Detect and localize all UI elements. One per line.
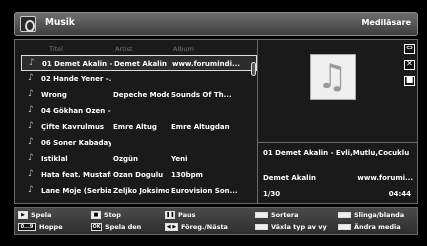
- footer-play-this[interactable]: OK Spela den: [91, 223, 141, 231]
- main-panel: Titel Artist Album ♪ 01 Demet Akalin -...…: [14, 39, 418, 204]
- info-divider: [258, 142, 418, 143]
- track-rows: ♪ 01 Demet Akalin -...Demet Akalin www.for…: [21, 55, 257, 199]
- column-header-title: Titel: [49, 45, 63, 53]
- music-note-icon: ♪: [29, 58, 35, 68]
- header-bar: Musik Mediläsare: [14, 12, 418, 36]
- track-row[interactable]: ♪ 02 Hande Yener -...: [21, 71, 257, 87]
- track-title: 02 Hande Yener -...: [41, 75, 111, 83]
- column-header-artist: Artist: [115, 45, 133, 53]
- music-note-icon: ♫: [317, 57, 348, 97]
- track-title: Çifte Kavrulmus: [41, 123, 105, 131]
- music-note-icon: ♪: [28, 121, 34, 131]
- footer-sort[interactable]: Sortera: [255, 211, 298, 219]
- color-key-icon: [255, 212, 268, 218]
- music-folder-icon: [20, 16, 36, 32]
- music-note-icon: ♪: [28, 73, 34, 83]
- track-row[interactable]: ♪ 06 Soner Kabadayi...: [21, 135, 257, 151]
- track-title: 06 Soner Kabadayi...: [41, 139, 111, 147]
- track-row[interactable]: ♪ Çifte Kavrulmus Emre Altug Emre Altugdan: [21, 119, 257, 135]
- music-note-icon: ♪: [28, 169, 34, 179]
- track-artist: Depeche Mode: [113, 91, 169, 99]
- track-artist: Emre Altug: [113, 123, 157, 131]
- side-icon-group: ⇔ ✕ ■: [404, 43, 416, 92]
- track-row[interactable]: ♪ 04 Gökhan Özen -...: [21, 103, 257, 119]
- ok-key-icon: OK: [91, 223, 102, 231]
- column-header-album: Album: [173, 45, 194, 53]
- footer-change-media[interactable]: Ändra media: [338, 223, 401, 231]
- stop-icon: ■: [91, 211, 101, 219]
- column-headers: Titel Artist Album: [47, 45, 257, 55]
- track-title: Hata feat. Mustafa...: [41, 171, 111, 179]
- music-note-icon: ♪: [28, 137, 34, 147]
- track-album: Sounds Of Th...: [171, 91, 232, 99]
- track-row[interactable]: ♪ Wrong Depeche Mode Sounds Of Th...: [21, 87, 257, 103]
- now-playing-title: 01 Demet Akalin - Evli,Mutlu,Cocuklu: [263, 149, 410, 157]
- track-album: 130bpm: [171, 171, 203, 179]
- stop-square-icon[interactable]: ■: [404, 75, 415, 86]
- color-key-icon: [338, 224, 351, 230]
- track-album: Emre Altugdan: [171, 123, 230, 131]
- scrollbar-thumb[interactable]: [251, 62, 256, 76]
- music-note-icon: ♪: [28, 153, 34, 163]
- footer-key-legend: ▶ Spela 0...9 Hoppe ■ Stop OK Spela den ❚❚ Pa…: [14, 207, 418, 235]
- prev-next-icon: ◀ ▶: [165, 223, 178, 231]
- music-note-icon: ♪: [28, 89, 34, 99]
- track-row[interactable]: ♪ Istiklal Özgün Yeni: [21, 151, 257, 167]
- track-title: Wrong: [41, 91, 67, 99]
- media-player-screen: Musik Mediläsare Titel Artist Album ♪ 01 …: [0, 0, 427, 246]
- track-artist: Özgün: [113, 155, 139, 163]
- track-artist: Ozan Dogulu: [113, 171, 164, 179]
- footer-view-type[interactable]: Växla typ av vy: [255, 223, 327, 231]
- footer-pause[interactable]: ❚❚ Paus: [165, 211, 195, 219]
- now-playing-artist: Demet Akalin: [263, 174, 316, 182]
- album-art: ♫: [310, 54, 356, 100]
- track-title: Istiklal: [41, 155, 68, 163]
- footer-play[interactable]: ▶ Spela: [18, 211, 51, 219]
- fullscreen-icon[interactable]: ⇔: [404, 43, 415, 54]
- footer-jump[interactable]: 0...9 Hoppe: [18, 223, 63, 231]
- track-title: 01 Demet Akalin -...: [42, 60, 112, 68]
- track-album: www.forumindi...: [172, 60, 240, 68]
- track-list: Titel Artist Album ♪ 01 Demet Akalin -...…: [21, 44, 257, 201]
- media-browser-label: Mediläsare: [361, 18, 411, 27]
- track-title: Lane Moje (Serbia...: [41, 187, 111, 195]
- number-keys-icon: 0...9: [18, 223, 36, 231]
- panel-divider: [257, 40, 258, 203]
- play-icon: ▶: [18, 211, 28, 219]
- music-note-icon: ♪: [28, 105, 34, 115]
- now-playing-album: www.forumi...: [357, 174, 413, 182]
- track-artist: Zeljko Joksimo...: [113, 187, 169, 195]
- track-artist: Demet Akalin: [114, 60, 167, 68]
- track-album: Yeni: [171, 155, 188, 163]
- footer-loop-shuffle[interactable]: Slinga/blanda: [338, 211, 404, 219]
- footer-stop[interactable]: ■ Stop: [91, 211, 121, 219]
- track-row[interactable]: ♪ 01 Demet Akalin -...Demet Akalin www.for…: [21, 55, 257, 71]
- track-row[interactable]: ♪ Lane Moje (Serbia...Zeljko Joksimo...Eu…: [21, 183, 257, 199]
- track-row[interactable]: ♪ Hata feat. Mustafa...Ozan Dogulu 130bpm: [21, 167, 257, 183]
- now-playing-duration: 04:44: [388, 190, 411, 198]
- now-playing-track-number: 1/30: [263, 190, 281, 198]
- color-key-icon: [255, 224, 268, 230]
- track-title: 04 Gökhan Özen -...: [41, 107, 111, 115]
- track-album: Eurovision Son...: [171, 187, 238, 195]
- pause-icon: ❚❚: [165, 211, 175, 219]
- music-note-icon: ♪: [28, 185, 34, 195]
- footer-prev-next[interactable]: ◀ ▶ Föreg./Nästa: [165, 223, 228, 231]
- page-title: Musik: [45, 17, 75, 28]
- color-key-icon: [338, 212, 351, 218]
- shuffle-icon[interactable]: ✕: [404, 59, 415, 70]
